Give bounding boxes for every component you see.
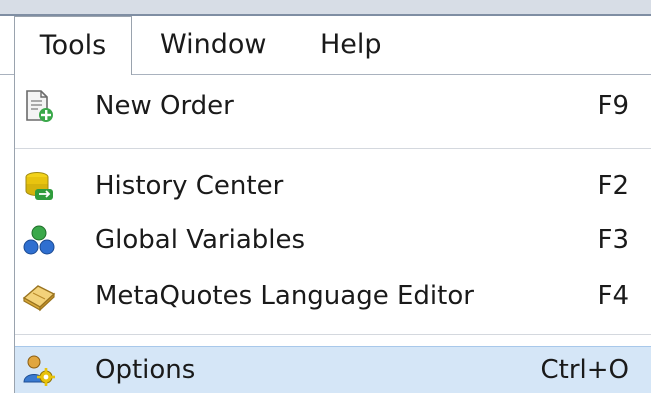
menu-tab-window[interactable]: Window <box>160 16 266 74</box>
menu-item-label: New Order <box>95 91 234 121</box>
menu-item-history-center[interactable]: History Center F2 <box>15 160 651 212</box>
menu-item-shortcut: F2 <box>597 171 630 201</box>
metaeditor-icon <box>22 285 56 312</box>
menu-item-label: Options <box>95 355 196 385</box>
menu-item-shortcut: F4 <box>597 281 630 311</box>
menu-bar: Tools Window Help <box>0 16 651 76</box>
menu-item-new-order[interactable]: New Order F9 <box>15 80 651 132</box>
menu-tab-help[interactable]: Help <box>320 16 382 74</box>
global-variables-icon <box>23 225 55 255</box>
menu-item-label: MetaQuotes Language Editor <box>95 281 474 311</box>
window-top-edge <box>0 0 651 16</box>
menu-item-global-variables[interactable]: Global Variables F3 <box>15 214 651 266</box>
menu-separator <box>15 334 651 335</box>
menu-item-options[interactable]: Options Ctrl+O <box>15 346 651 393</box>
new-order-icon <box>26 90 53 122</box>
menu-item-shortcut: Ctrl+O <box>540 355 629 385</box>
menu-item-label: Global Variables <box>95 225 306 255</box>
history-center-icon <box>25 172 53 200</box>
menu-item-metaquotes-language-editor[interactable]: MetaQuotes Language Editor F4 <box>15 270 651 322</box>
options-icon <box>23 355 55 386</box>
menu-separator <box>15 148 651 149</box>
application-window: Tools Window Help New Order F9 History C… <box>0 0 651 393</box>
menu-tab-tools[interactable]: Tools <box>14 16 132 76</box>
menu-item-shortcut: F9 <box>597 91 630 121</box>
menu-item-shortcut: F3 <box>597 225 630 255</box>
menu-item-label: History Center <box>95 171 284 201</box>
